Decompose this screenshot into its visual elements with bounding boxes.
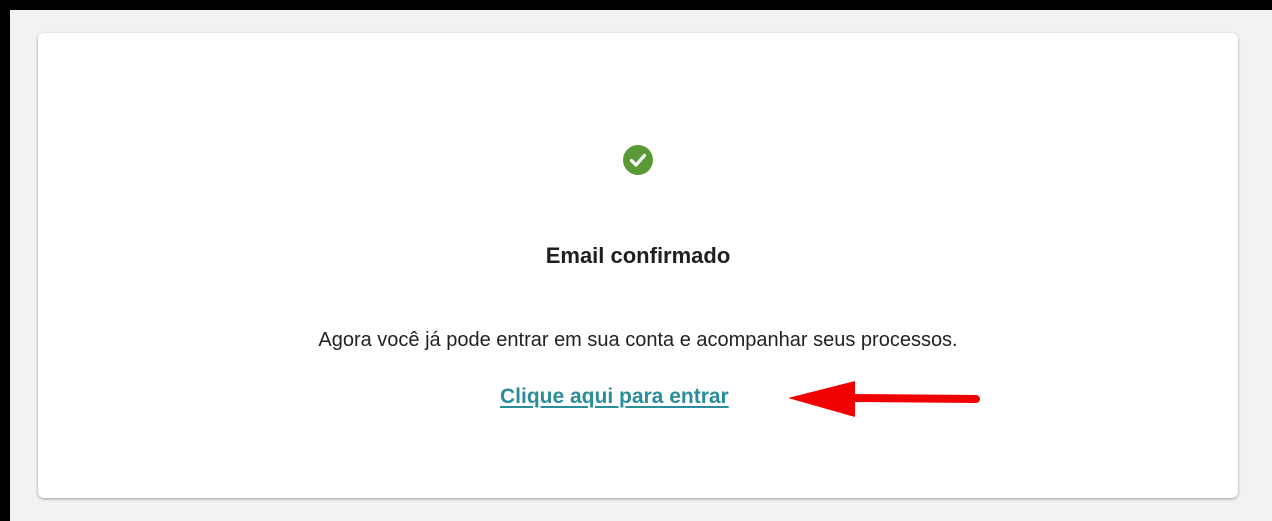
- page-title: Email confirmado: [545, 243, 731, 268]
- login-link[interactable]: Clique aqui para entrar: [500, 385, 729, 409]
- confirmation-message: Agora você já pode entrar em sua conta e…: [318, 329, 958, 351]
- confirmation-card: Email confirmado Agora você já pode entr…: [38, 33, 1238, 498]
- page-background: Email confirmado Agora você já pode entr…: [10, 10, 1272, 521]
- check-circle-icon: [623, 145, 653, 175]
- red-arrow-icon: [788, 381, 980, 417]
